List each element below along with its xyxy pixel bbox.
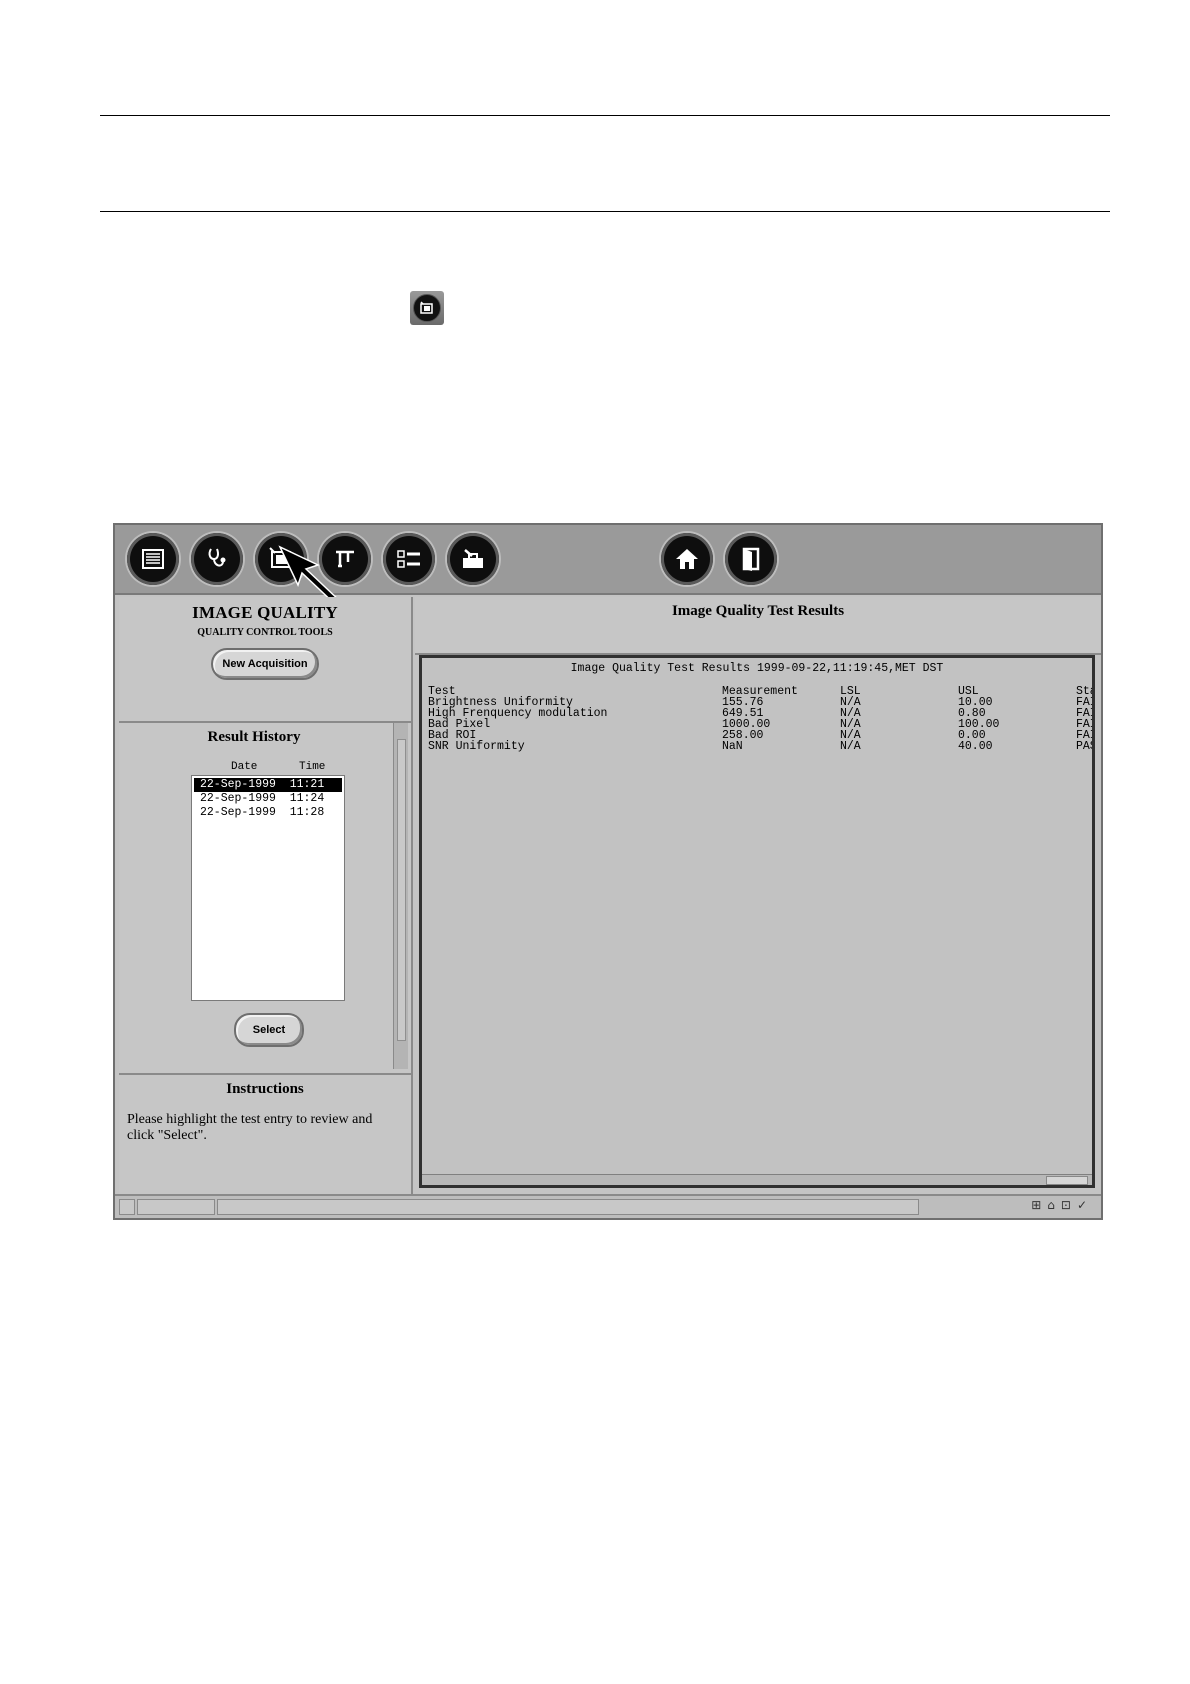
results-header-panel: Image Quality Test Results [415, 597, 1101, 655]
toolbox-icon[interactable] [447, 533, 499, 585]
list-item[interactable]: 22-Sep-1999 11:28 [192, 806, 344, 820]
new-acquisition-button[interactable]: New Acquisition [211, 648, 319, 680]
image-quality-panel: IMAGE QUALITY QUALITY CONTROL TOOLS New … [119, 597, 413, 723]
report-title: Image Quality Test Results 1999-09-22,11… [570, 662, 944, 675]
panel-title: IMAGE QUALITY [192, 603, 338, 622]
status-tray-icons: ⊞⌂⊡✓ [1031, 1198, 1093, 1212]
results-table: Test Measurement LSL USL Sta Brightness … [428, 686, 1095, 753]
results-text-area[interactable]: Image Quality Test Results 1999-09-22,11… [419, 655, 1095, 1188]
table-cell: SNR Uniformity [428, 740, 525, 753]
date-column-header: Date [231, 761, 258, 773]
time-column-header: Time [299, 761, 326, 773]
status-field [137, 1199, 215, 1215]
status-bar: ⊞⌂⊡✓ [115, 1194, 1101, 1218]
table-cell: PAS [1076, 740, 1095, 753]
table-cell: NaN [722, 740, 743, 753]
horizontal-scrollbar[interactable] [422, 1174, 1092, 1185]
app-window: IMAGE QUALITY QUALITY CONTROL TOOLS New … [113, 523, 1103, 1220]
result-history-list[interactable]: 22-Sep-1999 11:21 22-Sep-1999 11:24 22-S… [191, 775, 345, 1001]
select-button[interactable]: Select [234, 1013, 304, 1047]
exit-door-icon[interactable] [725, 533, 777, 585]
instructions-title: Instructions [226, 1081, 304, 1097]
panel-subtitle: QUALITY CONTROL TOOLS [197, 627, 333, 638]
table-cell: N/A [840, 740, 861, 753]
instructions-panel: Instructions Please highlight the test e… [119, 1075, 413, 1195]
status-icon [119, 1199, 135, 1215]
toolbar [115, 525, 1101, 609]
table-row: SNR Uniformity NaN N/A 40.00 PAS [428, 740, 1095, 753]
vertical-scrollbar[interactable] [393, 723, 408, 1069]
result-history-panel: Result History Date Time 22-Sep-1999 11:… [119, 723, 413, 1075]
list-item[interactable]: 22-Sep-1999 11:21 [194, 778, 342, 792]
home-icon[interactable] [661, 533, 713, 585]
image-quality-icon [410, 291, 444, 325]
table-row: Bad ROI 258.00 N/A 0.00 FAI [428, 730, 1092, 742]
status-message-field [217, 1199, 919, 1215]
list-icon[interactable] [127, 533, 179, 585]
table-cell: 40.00 [958, 740, 993, 753]
header-rule-bottom [100, 211, 1110, 212]
instructions-text: Please highlight the test entry to revie… [127, 1112, 373, 1143]
checklist-icon[interactable] [383, 533, 435, 585]
header-rule-top [100, 115, 1110, 116]
list-item[interactable]: 22-Sep-1999 11:24 [192, 792, 344, 806]
stethoscope-icon[interactable] [191, 533, 243, 585]
results-heading: Image Quality Test Results [671, 603, 845, 619]
result-history-title: Result History [207, 729, 301, 745]
